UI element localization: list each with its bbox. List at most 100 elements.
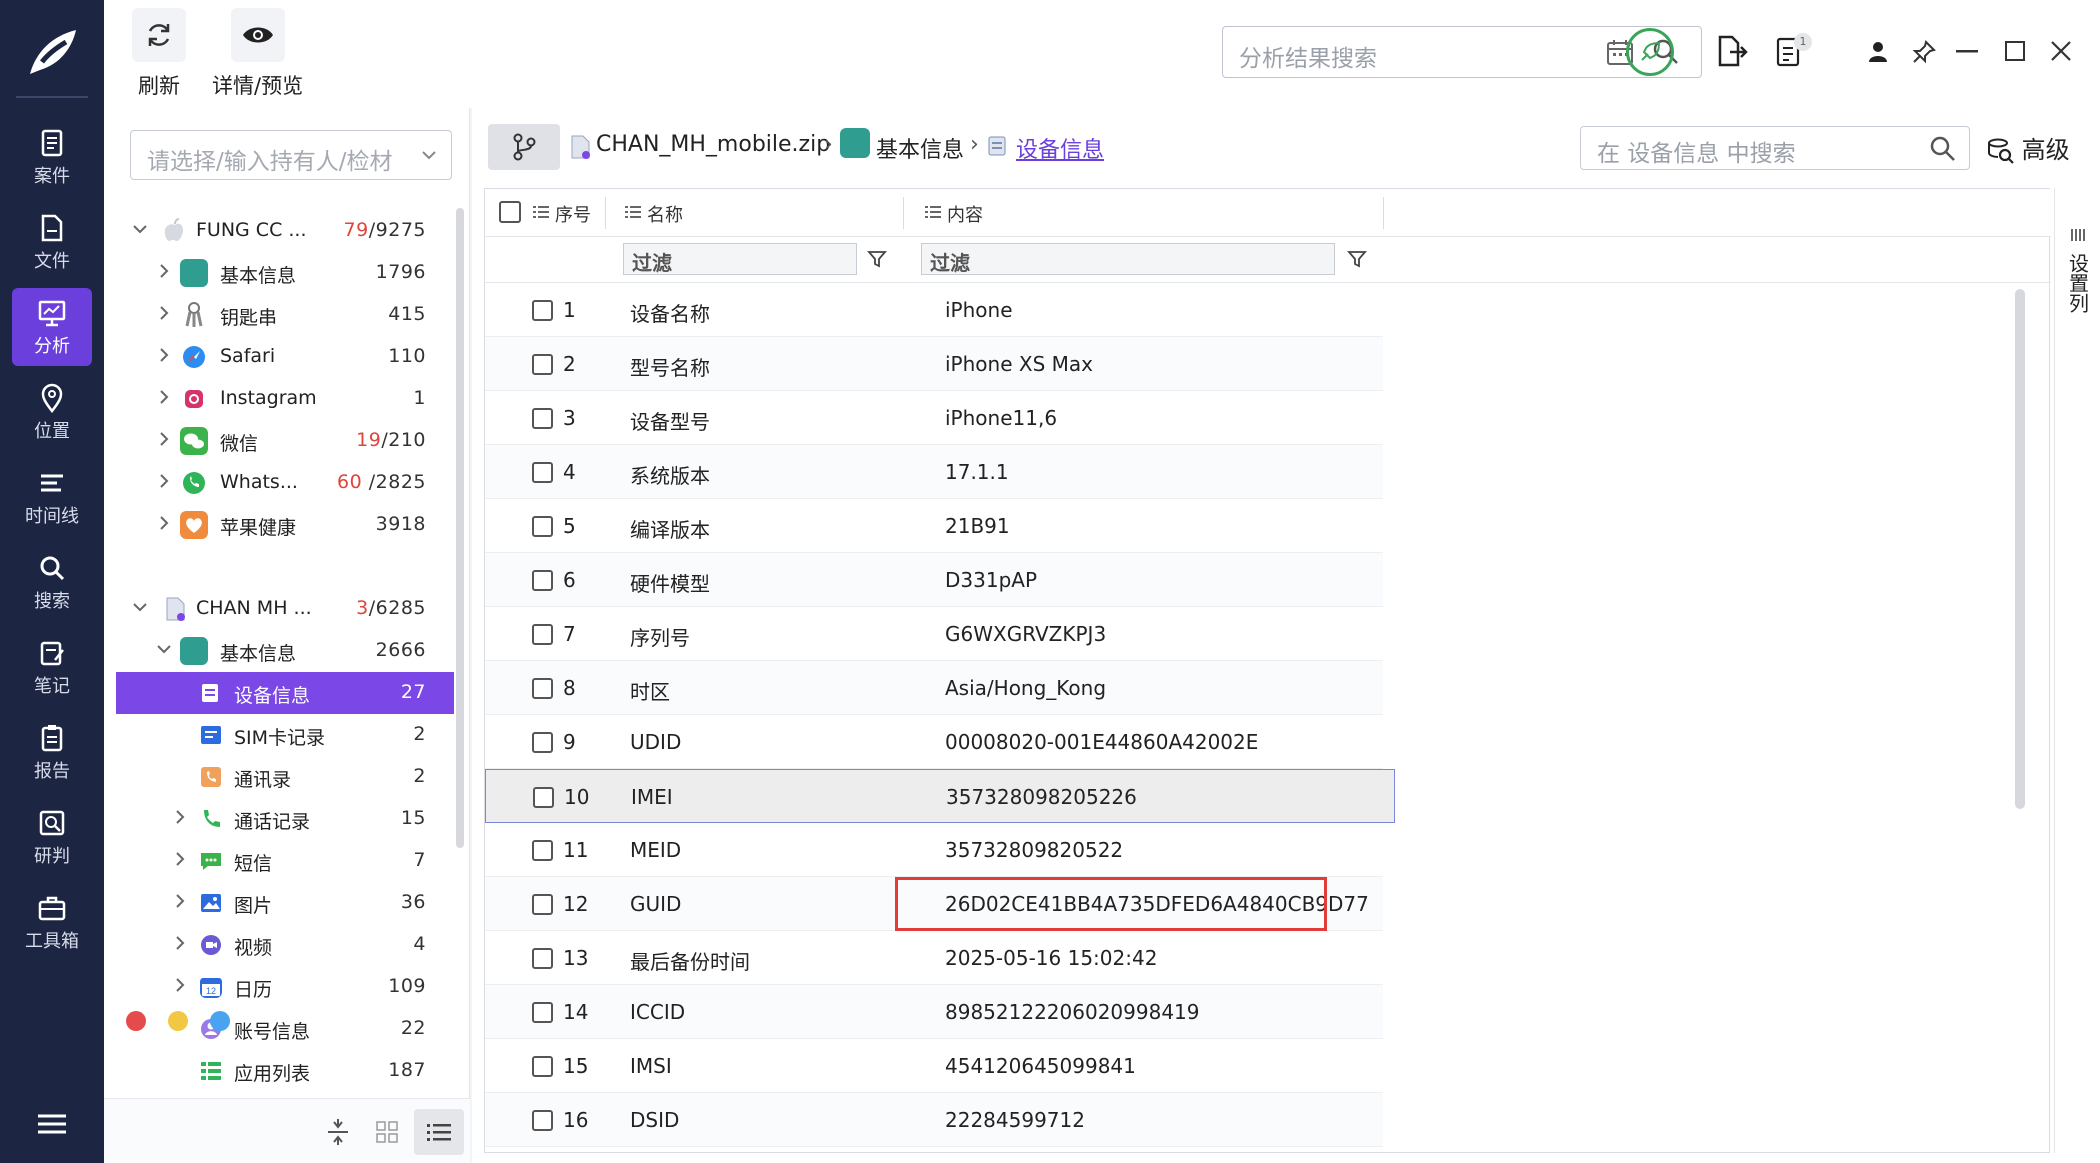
- row-value[interactable]: 22284599712: [945, 1108, 1085, 1132]
- row-value[interactable]: D331pAP: [945, 568, 1037, 592]
- search-icon[interactable]: [1929, 135, 1957, 163]
- header-content[interactable]: 内容: [947, 201, 983, 227]
- table-row[interactable]: 16 DSID 22284599712: [485, 1093, 1383, 1147]
- row-value[interactable]: 00008020-001E44860A42002E: [945, 730, 1258, 754]
- grid-view-icon[interactable]: [376, 1121, 398, 1143]
- column-menu-icon[interactable]: [925, 205, 941, 219]
- tree-item-apps[interactable]: 应用列表 187: [116, 1050, 454, 1092]
- row-checkbox[interactable]: [532, 624, 553, 645]
- row-checkbox[interactable]: [532, 300, 553, 321]
- filter-icon[interactable]: [867, 249, 887, 269]
- user-icon[interactable]: [1866, 40, 1890, 64]
- export-file-icon[interactable]: [1716, 34, 1748, 68]
- row-checkbox[interactable]: [532, 516, 553, 537]
- nav-item-report[interactable]: 报告: [12, 713, 92, 791]
- tree-item-health[interactable]: 苹果健康 3918: [116, 504, 454, 546]
- table-row[interactable]: 6 硬件模型 D331pAP: [485, 553, 1383, 607]
- tree-item-instagram[interactable]: Instagram 1: [116, 378, 454, 420]
- table-row[interactable]: 8 时区 Asia/Hong_Kong: [485, 661, 1383, 715]
- chevron-right-icon[interactable]: [156, 263, 172, 279]
- tree-item-images[interactable]: 图片 36: [116, 882, 454, 924]
- table-row[interactable]: 3 设备型号 iPhone11,6: [485, 391, 1383, 445]
- tree-source-fung[interactable]: FUNG CC ... 79/9275: [116, 210, 454, 252]
- filter-icon[interactable]: [1347, 249, 1367, 269]
- row-checkbox[interactable]: [532, 840, 553, 861]
- chevron-right-icon[interactable]: [156, 473, 172, 489]
- header-name[interactable]: 名称: [647, 201, 683, 227]
- row-checkbox[interactable]: [532, 570, 553, 591]
- tree-item-wechat[interactable]: 微信 19/210: [116, 420, 454, 462]
- close-icon[interactable]: [2050, 40, 2072, 62]
- tree-item-keychain[interactable]: 钥匙串 415: [116, 294, 454, 336]
- table-row[interactable]: 15 IMSI 454120645099841: [485, 1039, 1383, 1093]
- tree-item-calls[interactable]: 通话记录 15: [116, 798, 454, 840]
- status-shield-icon[interactable]: [1626, 28, 1674, 76]
- tree-item-contacts[interactable]: 通讯录 2: [116, 756, 454, 798]
- row-value[interactable]: iPhone XS Max: [945, 352, 1093, 376]
- table-row[interactable]: 1 设备名称 iPhone: [485, 283, 1383, 337]
- nav-item-notes[interactable]: 笔记: [12, 628, 92, 706]
- row-checkbox[interactable]: [532, 354, 553, 375]
- row-value[interactable]: 35732809820522: [945, 838, 1123, 862]
- row-checkbox[interactable]: [532, 408, 553, 429]
- row-checkbox[interactable]: [532, 1056, 553, 1077]
- row-value[interactable]: 454120645099841: [945, 1054, 1136, 1078]
- maximize-icon[interactable]: [2004, 40, 2026, 62]
- tree-item-videos[interactable]: 视频 4: [116, 924, 454, 966]
- row-value[interactable]: Asia/Hong_Kong: [945, 676, 1106, 700]
- row-checkbox[interactable]: [532, 1110, 553, 1131]
- list-view-button[interactable]: [414, 1109, 464, 1155]
- tree-group-basic-info[interactable]: 基本信息 2666: [116, 630, 454, 672]
- chevron-right-icon[interactable]: [172, 935, 188, 951]
- chevron-right-icon[interactable]: [156, 305, 172, 321]
- name-filter-input[interactable]: 过滤: [623, 243, 857, 275]
- preview-button[interactable]: 详情/预览: [212, 8, 303, 100]
- advanced-search-button[interactable]: 高级: [1986, 130, 2070, 165]
- row-value[interactable]: iPhone11,6: [945, 406, 1057, 430]
- chevron-down-icon[interactable]: [156, 641, 172, 657]
- chevron-right-icon[interactable]: [172, 809, 188, 825]
- row-value[interactable]: 2025-05-16 15:02:42: [945, 946, 1157, 970]
- branch-button[interactable]: [488, 124, 560, 170]
- row-value[interactable]: 89852122206020998419: [945, 1000, 1200, 1024]
- chevron-right-icon[interactable]: [156, 347, 172, 363]
- breadcrumb-current[interactable]: 设备信息: [1016, 132, 1104, 164]
- red-tag-dot[interactable]: [126, 1011, 146, 1031]
- yellow-tag-dot[interactable]: [168, 1011, 188, 1031]
- chevron-right-icon[interactable]: [156, 515, 172, 531]
- chevron-down-icon[interactable]: [132, 599, 148, 615]
- column-menu-icon[interactable]: [533, 205, 549, 219]
- chevron-right-icon[interactable]: [172, 851, 188, 867]
- row-checkbox[interactable]: [532, 732, 553, 753]
- row-checkbox[interactable]: [532, 948, 553, 969]
- row-checkbox[interactable]: [532, 894, 553, 915]
- tree-item-calendar[interactable]: 12 日历 109: [116, 966, 454, 1008]
- chevron-right-icon[interactable]: [156, 389, 172, 405]
- table-row[interactable]: 7 序列号 G6WXGRVZKPJ3: [485, 607, 1383, 661]
- row-checkbox[interactable]: [532, 1002, 553, 1023]
- header-index[interactable]: 序号: [555, 201, 591, 227]
- tree-item-safari[interactable]: Safari 110: [116, 336, 454, 378]
- row-value[interactable]: 357328098205226: [946, 785, 1137, 809]
- column-settings-button[interactable]: 设置列: [2054, 188, 2100, 1153]
- owner-select[interactable]: 请选择/输入持有人/检材: [130, 130, 452, 180]
- nav-item-timeline[interactable]: 时间线: [12, 458, 92, 536]
- content-search-input[interactable]: 在 设备信息 中搜索: [1580, 126, 1970, 170]
- tree-scrollbar[interactable]: [456, 208, 464, 848]
- blue-tag-dot[interactable]: [210, 1011, 230, 1031]
- tree-item-device-info[interactable]: 设备信息 27: [116, 672, 454, 714]
- row-checkbox[interactable]: [532, 678, 553, 699]
- row-value[interactable]: G6WXGRVZKPJ3: [945, 622, 1106, 646]
- table-row[interactable]: 10 IMEI 357328098205226: [485, 769, 1395, 823]
- chevron-down-icon[interactable]: [132, 221, 148, 237]
- refresh-button[interactable]: 刷新: [132, 8, 186, 100]
- row-value[interactable]: iPhone: [945, 298, 1013, 322]
- table-row[interactable]: 13 最后备份时间 2025-05-16 15:02:42: [485, 931, 1383, 985]
- collapse-all-icon[interactable]: [326, 1119, 350, 1145]
- grid-scrollbar[interactable]: [2015, 289, 2025, 809]
- nav-item-judge[interactable]: 研判: [12, 798, 92, 876]
- select-all-checkbox[interactable]: [499, 201, 521, 223]
- row-checkbox[interactable]: [533, 787, 554, 808]
- minimize-icon[interactable]: [1956, 50, 1978, 54]
- tree-item-whatsapp[interactable]: Whats... 60 /2825: [116, 462, 454, 504]
